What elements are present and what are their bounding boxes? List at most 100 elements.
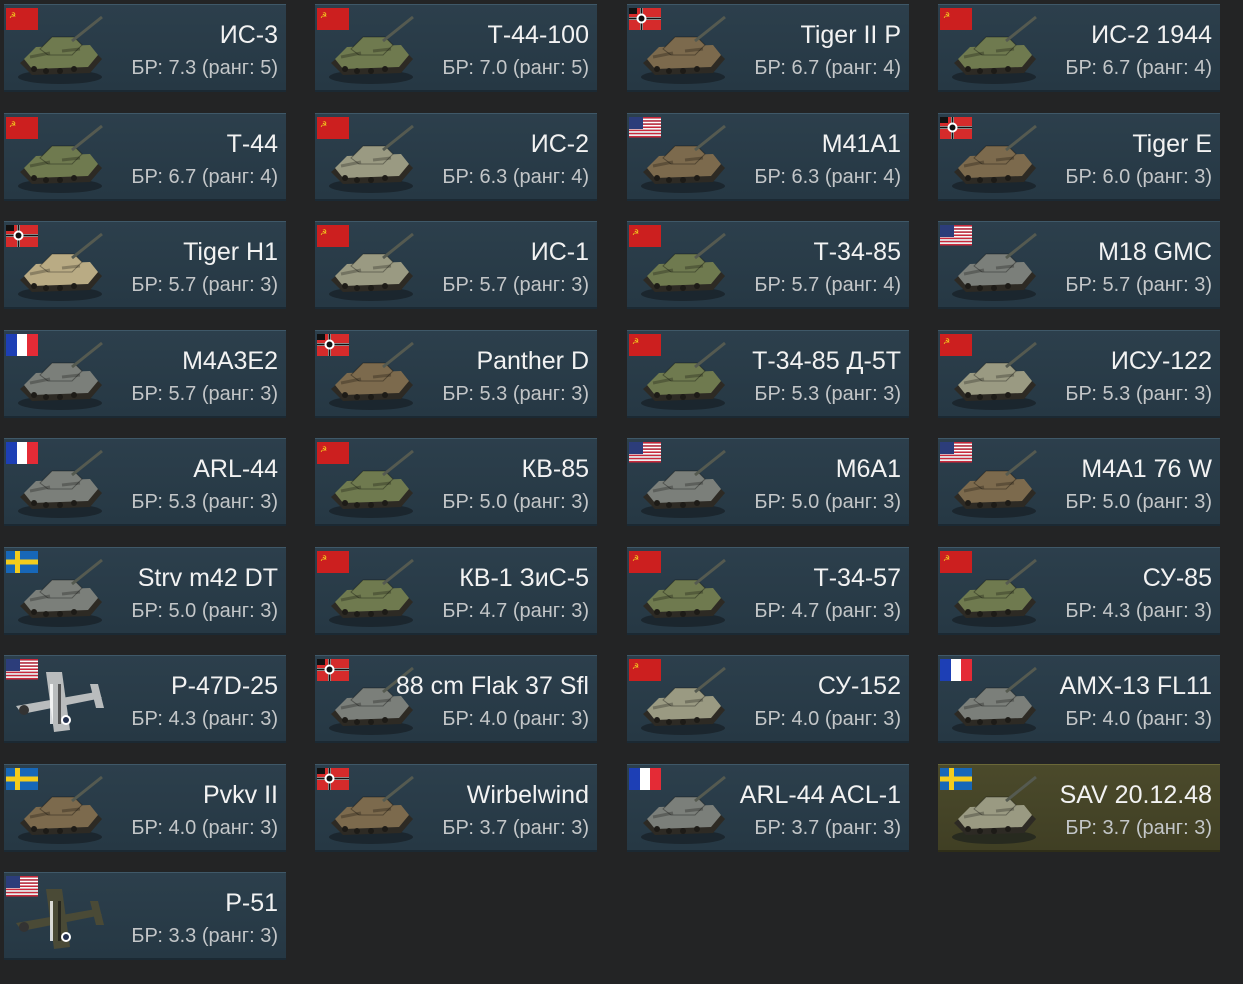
battle-rating: БР: 6.7 (ранг: 4)	[754, 57, 901, 79]
sweden-flag-icon	[940, 768, 972, 790]
battle-rating: БР: 7.0 (ранг: 5)	[442, 57, 589, 79]
vehicle-name: СУ-152	[817, 672, 901, 700]
vehicle-name: ARL-44 ACL-1	[739, 781, 901, 809]
france-flag-icon	[629, 768, 661, 790]
sweden-flag-icon	[6, 551, 38, 573]
battle-rating: БР: 5.7 (ранг: 3)	[131, 383, 278, 405]
ussr-flag-icon: ☭	[317, 551, 349, 573]
vehicle-card[interactable]: 88 cm Flak 37 Sfl БР: 4.0 (ранг: 3)	[315, 655, 597, 743]
germany-flag-icon	[6, 225, 38, 247]
germany-flag-icon	[629, 8, 661, 30]
battle-rating: БР: 3.7 (ранг: 3)	[754, 817, 901, 839]
battle-rating: БР: 3.3 (ранг: 3)	[131, 925, 278, 947]
vehicle-card[interactable]: P-51 БР: 3.3 (ранг: 3)	[4, 872, 286, 960]
vehicle-card[interactable]: M18 GMC БР: 5.7 (ранг: 3)	[938, 221, 1220, 309]
ussr-flag-icon: ☭	[6, 117, 38, 139]
vehicle-card[interactable]: M6A1 БР: 5.0 (ранг: 3)	[627, 438, 909, 526]
usa-flag-icon	[629, 117, 661, 139]
vehicle-card[interactable]: Tiger E БР: 6.0 (ранг: 3)	[938, 113, 1220, 201]
germany-flag-icon	[317, 334, 349, 356]
vehicle-name: Т-34-57	[813, 564, 901, 592]
battle-rating: БР: 4.0 (ранг: 3)	[1065, 708, 1212, 730]
vehicle-card[interactable]: Strv m42 DT БР: 5.0 (ранг: 3)	[4, 547, 286, 635]
vehicle-card[interactable]: ☭ СУ-152 БР: 4.0 (ранг: 3)	[627, 655, 909, 743]
battle-rating: БР: 6.0 (ранг: 3)	[1065, 166, 1212, 188]
battle-rating: БР: 5.0 (ранг: 3)	[754, 491, 901, 513]
vehicle-card[interactable]: ☭ Т-34-85 Д-5Т БР: 5.3 (ранг: 3)	[627, 330, 909, 418]
battle-rating: БР: 3.7 (ранг: 3)	[1065, 817, 1212, 839]
svg-text:☭: ☭	[9, 11, 16, 20]
vehicle-card[interactable]: Tiger II P БР: 6.7 (ранг: 4)	[627, 4, 909, 92]
vehicle-card[interactable]: ☭ СУ-85 БР: 4.3 (ранг: 3)	[938, 547, 1220, 635]
battle-rating: БР: 5.3 (ранг: 3)	[1065, 383, 1212, 405]
vehicle-name: Strv m42 DT	[137, 564, 278, 592]
vehicle-card[interactable]: M4A1 76 W БР: 5.0 (ранг: 3)	[938, 438, 1220, 526]
vehicle-card[interactable]: Pvkv II БР: 4.0 (ранг: 3)	[4, 764, 286, 852]
vehicle-card[interactable]: ☭ КВ-1 ЗиС-5 БР: 4.7 (ранг: 3)	[315, 547, 597, 635]
vehicle-card[interactable]: Wirbelwind БР: 3.7 (ранг: 3)	[315, 764, 597, 852]
svg-text:☭: ☭	[320, 554, 327, 563]
vehicle-card[interactable]: ☭ ИС-1 БР: 5.7 (ранг: 3)	[315, 221, 597, 309]
battle-rating: БР: 5.7 (ранг: 3)	[131, 274, 278, 296]
vehicle-card[interactable]: ☭ ИСУ-122 БР: 5.3 (ранг: 3)	[938, 330, 1220, 418]
vehicle-card[interactable]: SAV 20.12.48 БР: 3.7 (ранг: 3)	[938, 764, 1220, 852]
battle-rating: БР: 6.7 (ранг: 4)	[131, 166, 278, 188]
ussr-flag-icon: ☭	[317, 117, 349, 139]
germany-flag-icon	[317, 659, 349, 681]
vehicle-name: Т-44-100	[487, 21, 589, 49]
vehicle-card[interactable]: ☭ Т-44-100 БР: 7.0 (ранг: 5)	[315, 4, 597, 92]
battle-rating: БР: 5.7 (ранг: 4)	[754, 274, 901, 296]
vehicle-name: Wirbelwind	[466, 781, 589, 809]
vehicle-name: ИСУ-122	[1110, 347, 1212, 375]
vehicle-name: M6A1	[835, 455, 901, 483]
svg-text:☭: ☭	[943, 11, 950, 20]
vehicle-card[interactable]: M41A1 БР: 6.3 (ранг: 4)	[627, 113, 909, 201]
vehicle-card[interactable]: ☭ КВ-85 БР: 5.0 (ранг: 3)	[315, 438, 597, 526]
vehicle-card[interactable]: Tiger H1 БР: 5.7 (ранг: 3)	[4, 221, 286, 309]
battle-rating: БР: 4.7 (ранг: 3)	[754, 600, 901, 622]
ussr-flag-icon: ☭	[940, 8, 972, 30]
vehicle-card[interactable]: AMX-13 FL11 БР: 4.0 (ранг: 3)	[938, 655, 1220, 743]
battle-rating: БР: 6.3 (ранг: 4)	[754, 166, 901, 188]
vehicle-name: СУ-85	[1142, 564, 1212, 592]
vehicle-name: Tiger E	[1132, 130, 1212, 158]
vehicle-card[interactable]: P-47D-25 БР: 4.3 (ранг: 3)	[4, 655, 286, 743]
vehicle-card[interactable]: ☭ ИС-3 БР: 7.3 (ранг: 5)	[4, 4, 286, 92]
ussr-flag-icon: ☭	[629, 551, 661, 573]
vehicle-card[interactable]: Panther D БР: 5.3 (ранг: 3)	[315, 330, 597, 418]
battle-rating: БР: 5.7 (ранг: 3)	[1065, 274, 1212, 296]
germany-flag-icon	[317, 768, 349, 790]
vehicle-card[interactable]: ARL-44 БР: 5.3 (ранг: 3)	[4, 438, 286, 526]
vehicle-card[interactable]: ☭ Т-44 БР: 6.7 (ранг: 4)	[4, 113, 286, 201]
battle-rating: БР: 4.7 (ранг: 3)	[442, 600, 589, 622]
vehicle-card[interactable]: M4A3E2 БР: 5.7 (ранг: 3)	[4, 330, 286, 418]
ussr-flag-icon: ☭	[940, 551, 972, 573]
vehicle-card[interactable]: ARL-44 ACL-1 БР: 3.7 (ранг: 3)	[627, 764, 909, 852]
vehicle-card[interactable]: ☭ ИС-2 БР: 6.3 (ранг: 4)	[315, 113, 597, 201]
battle-rating: БР: 5.7 (ранг: 3)	[442, 274, 589, 296]
ussr-flag-icon: ☭	[317, 225, 349, 247]
vehicle-name: M18 GMC	[1098, 238, 1212, 266]
battle-rating: БР: 6.3 (ранг: 4)	[442, 166, 589, 188]
vehicle-name: Т-34-85	[813, 238, 901, 266]
usa-flag-icon	[940, 225, 972, 247]
svg-text:☭: ☭	[632, 228, 639, 237]
battle-rating: БР: 5.0 (ранг: 3)	[131, 600, 278, 622]
vehicle-card[interactable]: ☭ Т-34-57 БР: 4.7 (ранг: 3)	[627, 547, 909, 635]
vehicle-name: AMX-13 FL11	[1059, 672, 1212, 700]
vehicle-name: Т-44	[226, 130, 278, 158]
svg-text:☭: ☭	[320, 11, 327, 20]
vehicle-name: Pvkv II	[202, 781, 278, 809]
vehicle-card[interactable]: ☭ Т-34-85 БР: 5.7 (ранг: 4)	[627, 221, 909, 309]
battle-rating: БР: 4.0 (ранг: 3)	[131, 817, 278, 839]
usa-flag-icon	[6, 659, 38, 681]
vehicle-card[interactable]: ☭ ИС-2 1944 БР: 6.7 (ранг: 4)	[938, 4, 1220, 92]
ussr-flag-icon: ☭	[317, 8, 349, 30]
svg-text:☭: ☭	[632, 662, 639, 671]
vehicle-name: 88 cm Flak 37 Sfl	[395, 672, 589, 700]
ussr-flag-icon: ☭	[6, 8, 38, 30]
battle-rating: БР: 5.3 (ранг: 3)	[131, 491, 278, 513]
vehicle-name: SAV 20.12.48	[1059, 781, 1212, 809]
battle-rating: БР: 5.3 (ранг: 3)	[754, 383, 901, 405]
vehicle-name: ИС-2	[530, 130, 589, 158]
